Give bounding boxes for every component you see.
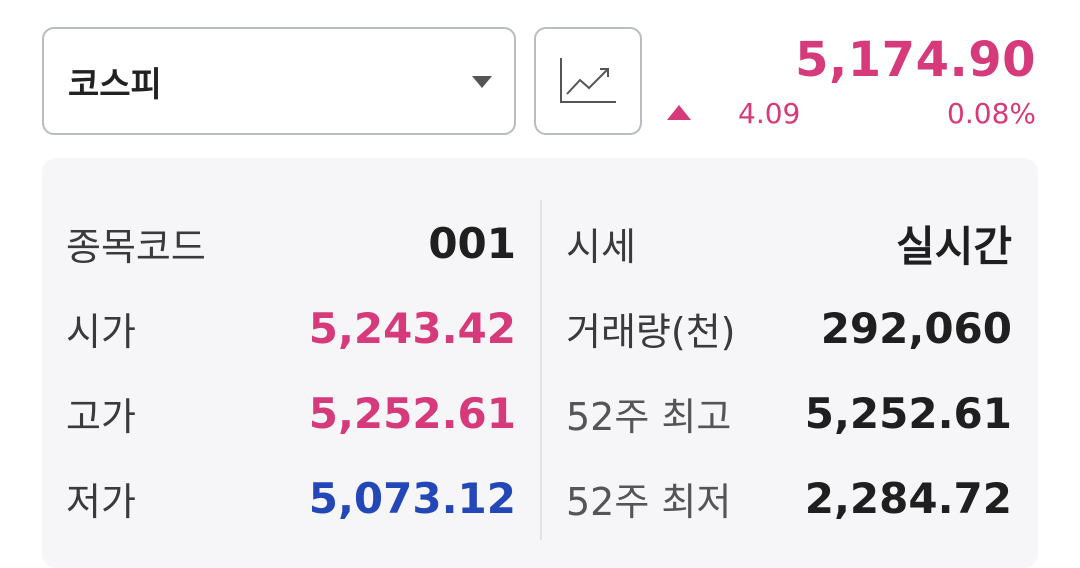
change-points: 4.09 <box>738 97 801 130</box>
quote-header: 코스피 5,174.90 4.09 0.08% <box>0 0 1080 150</box>
detail-row-52w-high: 52주 최고 5,252.61 <box>566 383 1012 443</box>
detail-label: 종목코드 <box>66 224 206 269</box>
detail-label: 저가 <box>66 479 136 524</box>
change-percent: 0.08% <box>947 97 1036 130</box>
detail-row-open: 시가 5,243.42 <box>66 298 516 358</box>
detail-label: 시가 <box>66 309 136 354</box>
column-divider <box>540 200 542 540</box>
detail-row-volume: 거래량(천) 292,060 <box>566 298 1012 358</box>
detail-value: 실시간 <box>896 221 1012 271</box>
index-select-value: 코스피 <box>68 64 162 105</box>
detail-value: 292,060 <box>820 303 1012 353</box>
detail-label: 시세 <box>566 224 636 269</box>
detail-row-quote-type: 시세 실시간 <box>566 213 1012 273</box>
caret-down-icon <box>472 76 492 88</box>
index-select-dropdown[interactable]: 코스피 <box>42 27 516 135</box>
chart-button[interactable] <box>534 27 642 135</box>
detail-row-high: 고가 5,252.61 <box>66 383 516 443</box>
detail-value: 001 <box>428 218 516 268</box>
detail-label: 52주 최저 <box>566 479 732 524</box>
detail-value: 5,252.61 <box>308 388 516 438</box>
detail-value: 5,252.61 <box>804 388 1012 438</box>
detail-value: 2,284.72 <box>804 473 1012 523</box>
triangle-up-icon <box>667 105 691 120</box>
detail-row-code: 종목코드 001 <box>66 213 516 273</box>
detail-row-low: 저가 5,073.12 <box>66 468 516 528</box>
current-price: 5,174.90 <box>795 32 1036 88</box>
line-chart-icon <box>560 58 616 103</box>
detail-label: 거래량(천) <box>566 309 736 354</box>
detail-value: 5,243.42 <box>308 303 516 353</box>
detail-label: 52주 최고 <box>566 394 732 439</box>
detail-label: 고가 <box>66 394 136 439</box>
detail-row-52w-low: 52주 최저 2,284.72 <box>566 468 1012 528</box>
detail-value: 5,073.12 <box>308 473 516 523</box>
